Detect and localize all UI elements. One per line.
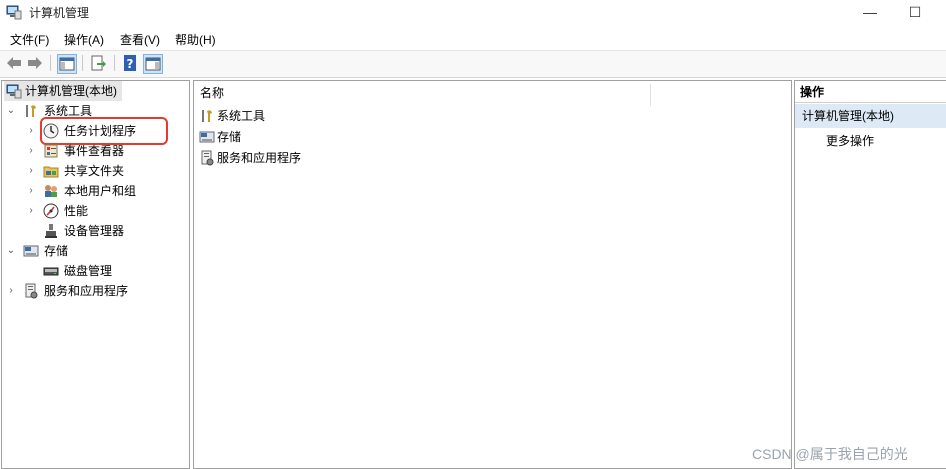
toolbar-separator (82, 55, 83, 71)
menu-file[interactable]: 文件(F) (10, 31, 49, 48)
tree-item-label: 本地用户和组 (64, 184, 137, 198)
tree-item-services-applications[interactable]: › 服务和应用程序 (4, 281, 144, 301)
window-title: 计算机管理 (29, 6, 90, 20)
menu-help[interactable]: 帮助(H) (175, 31, 216, 48)
list-item-system-tools[interactable]: 系统工具 (199, 106, 319, 126)
tree-item-performance[interactable]: › 性能 (24, 201, 124, 221)
actions-header: 操作 (795, 81, 946, 103)
services-icon (201, 150, 214, 166)
back-icon[interactable] (5, 54, 23, 72)
tools-icon (202, 110, 212, 122)
expander-icon[interactable]: › (26, 181, 36, 201)
tree-item-storage[interactable]: ⌄ 存储 (4, 241, 104, 261)
minimize-button[interactable]: — (850, 0, 890, 26)
toolbar-separator (50, 55, 51, 71)
toolbar: ? (0, 50, 946, 78)
menu-view[interactable]: 查看(V) (120, 31, 160, 48)
device-manager-icon (45, 224, 57, 238)
help-icon[interactable]: ? (121, 54, 139, 72)
tools-icon (26, 105, 36, 117)
tree-item-label: 服务和应用程序 (44, 284, 129, 298)
export-list-icon[interactable] (89, 54, 107, 72)
tree-item-label: 磁盘管理 (64, 264, 113, 278)
expander-icon (26, 261, 36, 281)
services-icon (25, 283, 38, 299)
expander-icon (26, 221, 36, 241)
more-actions-link[interactable]: 更多操作 (826, 131, 874, 151)
menu-bar: 文件(F) 操作(A) 查看(V) 帮助(H) (0, 28, 946, 50)
tree-item-label: 存储 (44, 244, 69, 258)
title-bar: 计算机管理 — ☐ (0, 0, 946, 26)
column-header-name[interactable]: 名称 (194, 84, 651, 106)
list-item-label: 存储 (217, 130, 242, 144)
toolbar-separator (114, 55, 115, 71)
list-item-storage[interactable]: 存储 (199, 127, 319, 147)
tree-item-label: 设备管理器 (64, 224, 125, 238)
maximize-button[interactable]: ☐ (895, 0, 935, 26)
tree-item-label: 事件查看器 (64, 144, 125, 158)
list-item-label: 系统工具 (217, 109, 266, 123)
expander-icon[interactable]: › (26, 201, 36, 221)
actions-section-computer-management[interactable]: 计算机管理(本地) (795, 104, 946, 128)
tree-item-disk-management[interactable]: 磁盘管理 (24, 261, 144, 281)
performance-icon (43, 203, 59, 219)
event-viewer-icon (44, 144, 58, 158)
tree-item-label: 性能 (64, 204, 89, 218)
storage-icon (199, 131, 215, 143)
list-item-label: 服务和应用程序 (217, 151, 302, 165)
tree-item-label: 共享文件夹 (64, 164, 125, 178)
tree-item-shared-folders[interactable]: › 共享文件夹 (24, 161, 154, 181)
tree-root-computer-management[interactable]: 计算机管理(本地) (4, 81, 122, 101)
expander-icon[interactable]: ⌄ (6, 241, 16, 261)
expander-icon[interactable]: › (26, 141, 36, 161)
shared-folder-icon (43, 166, 59, 178)
computer-management-icon (6, 5, 22, 20)
disk-icon (43, 267, 59, 276)
properties-icon[interactable] (143, 54, 163, 74)
watermark: CSDN @属于我自己的光 (752, 446, 908, 462)
computer-management-icon (6, 84, 22, 99)
svg-text:?: ? (127, 57, 134, 71)
storage-icon (23, 245, 39, 257)
show-hide-tree-icon[interactable] (57, 54, 77, 74)
menu-action[interactable]: 操作(A) (64, 31, 104, 48)
expander-icon[interactable]: ⌄ (6, 101, 16, 121)
expander-icon[interactable]: › (26, 121, 36, 141)
tree-item-device-manager[interactable]: 设备管理器 (24, 221, 154, 241)
forward-icon[interactable] (26, 54, 44, 72)
tree-item-event-viewer[interactable]: › 事件查看器 (24, 141, 154, 161)
tree-root-label: 计算机管理(本地) (25, 84, 117, 98)
tree-item-local-users-groups[interactable]: › 本地用户和组 (24, 181, 164, 201)
list-item-services-applications[interactable]: 服务和应用程序 (199, 148, 329, 168)
expander-icon[interactable]: › (6, 281, 16, 301)
users-icon (45, 185, 57, 197)
expander-icon[interactable]: › (26, 161, 36, 181)
